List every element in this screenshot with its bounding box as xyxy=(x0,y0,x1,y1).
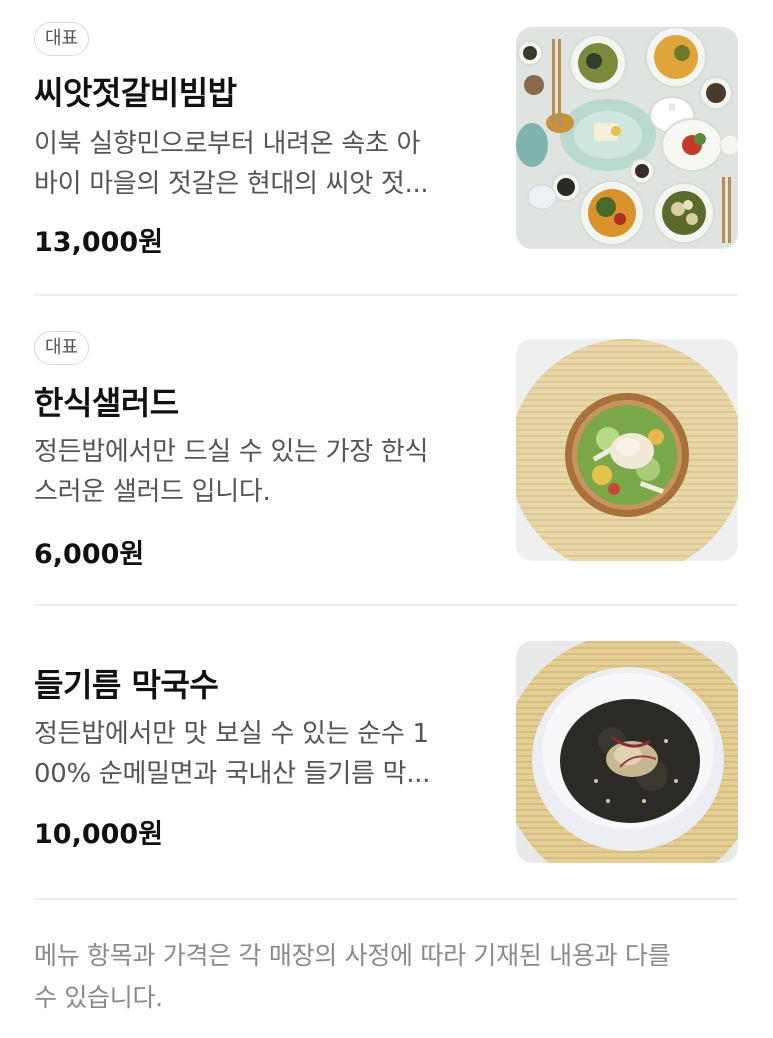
description-line: 이북 실향민으로부터 내려온 속초 아 xyxy=(34,129,421,159)
description-line: 00% 순메밀면과 국내산 들기름 막... xyxy=(34,759,431,789)
notice-line: 수 있습니다. xyxy=(34,983,163,1012)
menu-item-price: 10,000원 xyxy=(34,819,164,850)
menu-item[interactable]: 대표 씨앗젓갈비빔밥 이북 실향민으로부터 내려온 속초 아 바이 마을의 젓갈… xyxy=(0,0,773,296)
menu-item-image[interactable] xyxy=(516,339,738,561)
menu-item-description: 정든밥에서만 맛 보실 수 있는 순수 1 00% 순메밀면과 국내산 들기름 … xyxy=(34,714,484,794)
menu-item-description: 정든밥에서만 드실 수 있는 가장 한식 스러운 샐러드 입니다. xyxy=(34,432,484,512)
menu-item-name: 한식샐러드 xyxy=(34,384,179,422)
notice-line: 메뉴 항목과 가격은 각 매장의 사정에 따라 기재된 내용과 다를 xyxy=(34,941,671,970)
description-line: 정든밥에서만 드실 수 있는 가장 한식 xyxy=(34,437,429,467)
menu-item-image[interactable] xyxy=(516,641,738,863)
menu-item-description: 이북 실향민으로부터 내려온 속초 아 바이 마을의 젓갈은 현대의 씨앗 젓.… xyxy=(34,124,484,204)
price-notice: 메뉴 항목과 가격은 각 매장의 사정에 따라 기재된 내용과 다를 수 있습니… xyxy=(34,935,739,1019)
signature-badge: 대표 xyxy=(34,22,90,56)
menu-item-price: 13,000원 xyxy=(34,227,164,258)
menu-item-name: 씨앗젓갈비빔밥 xyxy=(34,74,237,112)
menu-list: 대표 씨앗젓갈비빔밥 이북 실향민으로부터 내려온 속초 아 바이 마을의 젓갈… xyxy=(0,0,773,1038)
menu-item-image[interactable] xyxy=(516,27,738,249)
description-line: 정든밥에서만 맛 보실 수 있는 순수 1 xyxy=(34,719,429,749)
description-line: 스러운 샐러드 입니다. xyxy=(34,477,271,507)
korean-table-setting-photo xyxy=(516,27,738,249)
description-line: 바이 마을의 젓갈은 현대의 씨앗 젓... xyxy=(34,169,429,199)
salad-bowl-photo xyxy=(516,339,738,561)
menu-item-name: 들기름 막국수 xyxy=(34,666,219,704)
divider xyxy=(34,898,738,900)
menu-item-price: 6,000원 xyxy=(34,539,145,570)
signature-badge: 대표 xyxy=(34,331,90,365)
menu-item[interactable]: 대표 한식샐러드 정든밥에서만 드실 수 있는 가장 한식 스러운 샐러드 입니… xyxy=(0,296,773,606)
menu-item[interactable]: 들기름 막국수 정든밥에서만 맛 보실 수 있는 순수 1 00% 순메밀면과 … xyxy=(0,606,773,900)
noodle-bowl-photo xyxy=(516,641,738,863)
